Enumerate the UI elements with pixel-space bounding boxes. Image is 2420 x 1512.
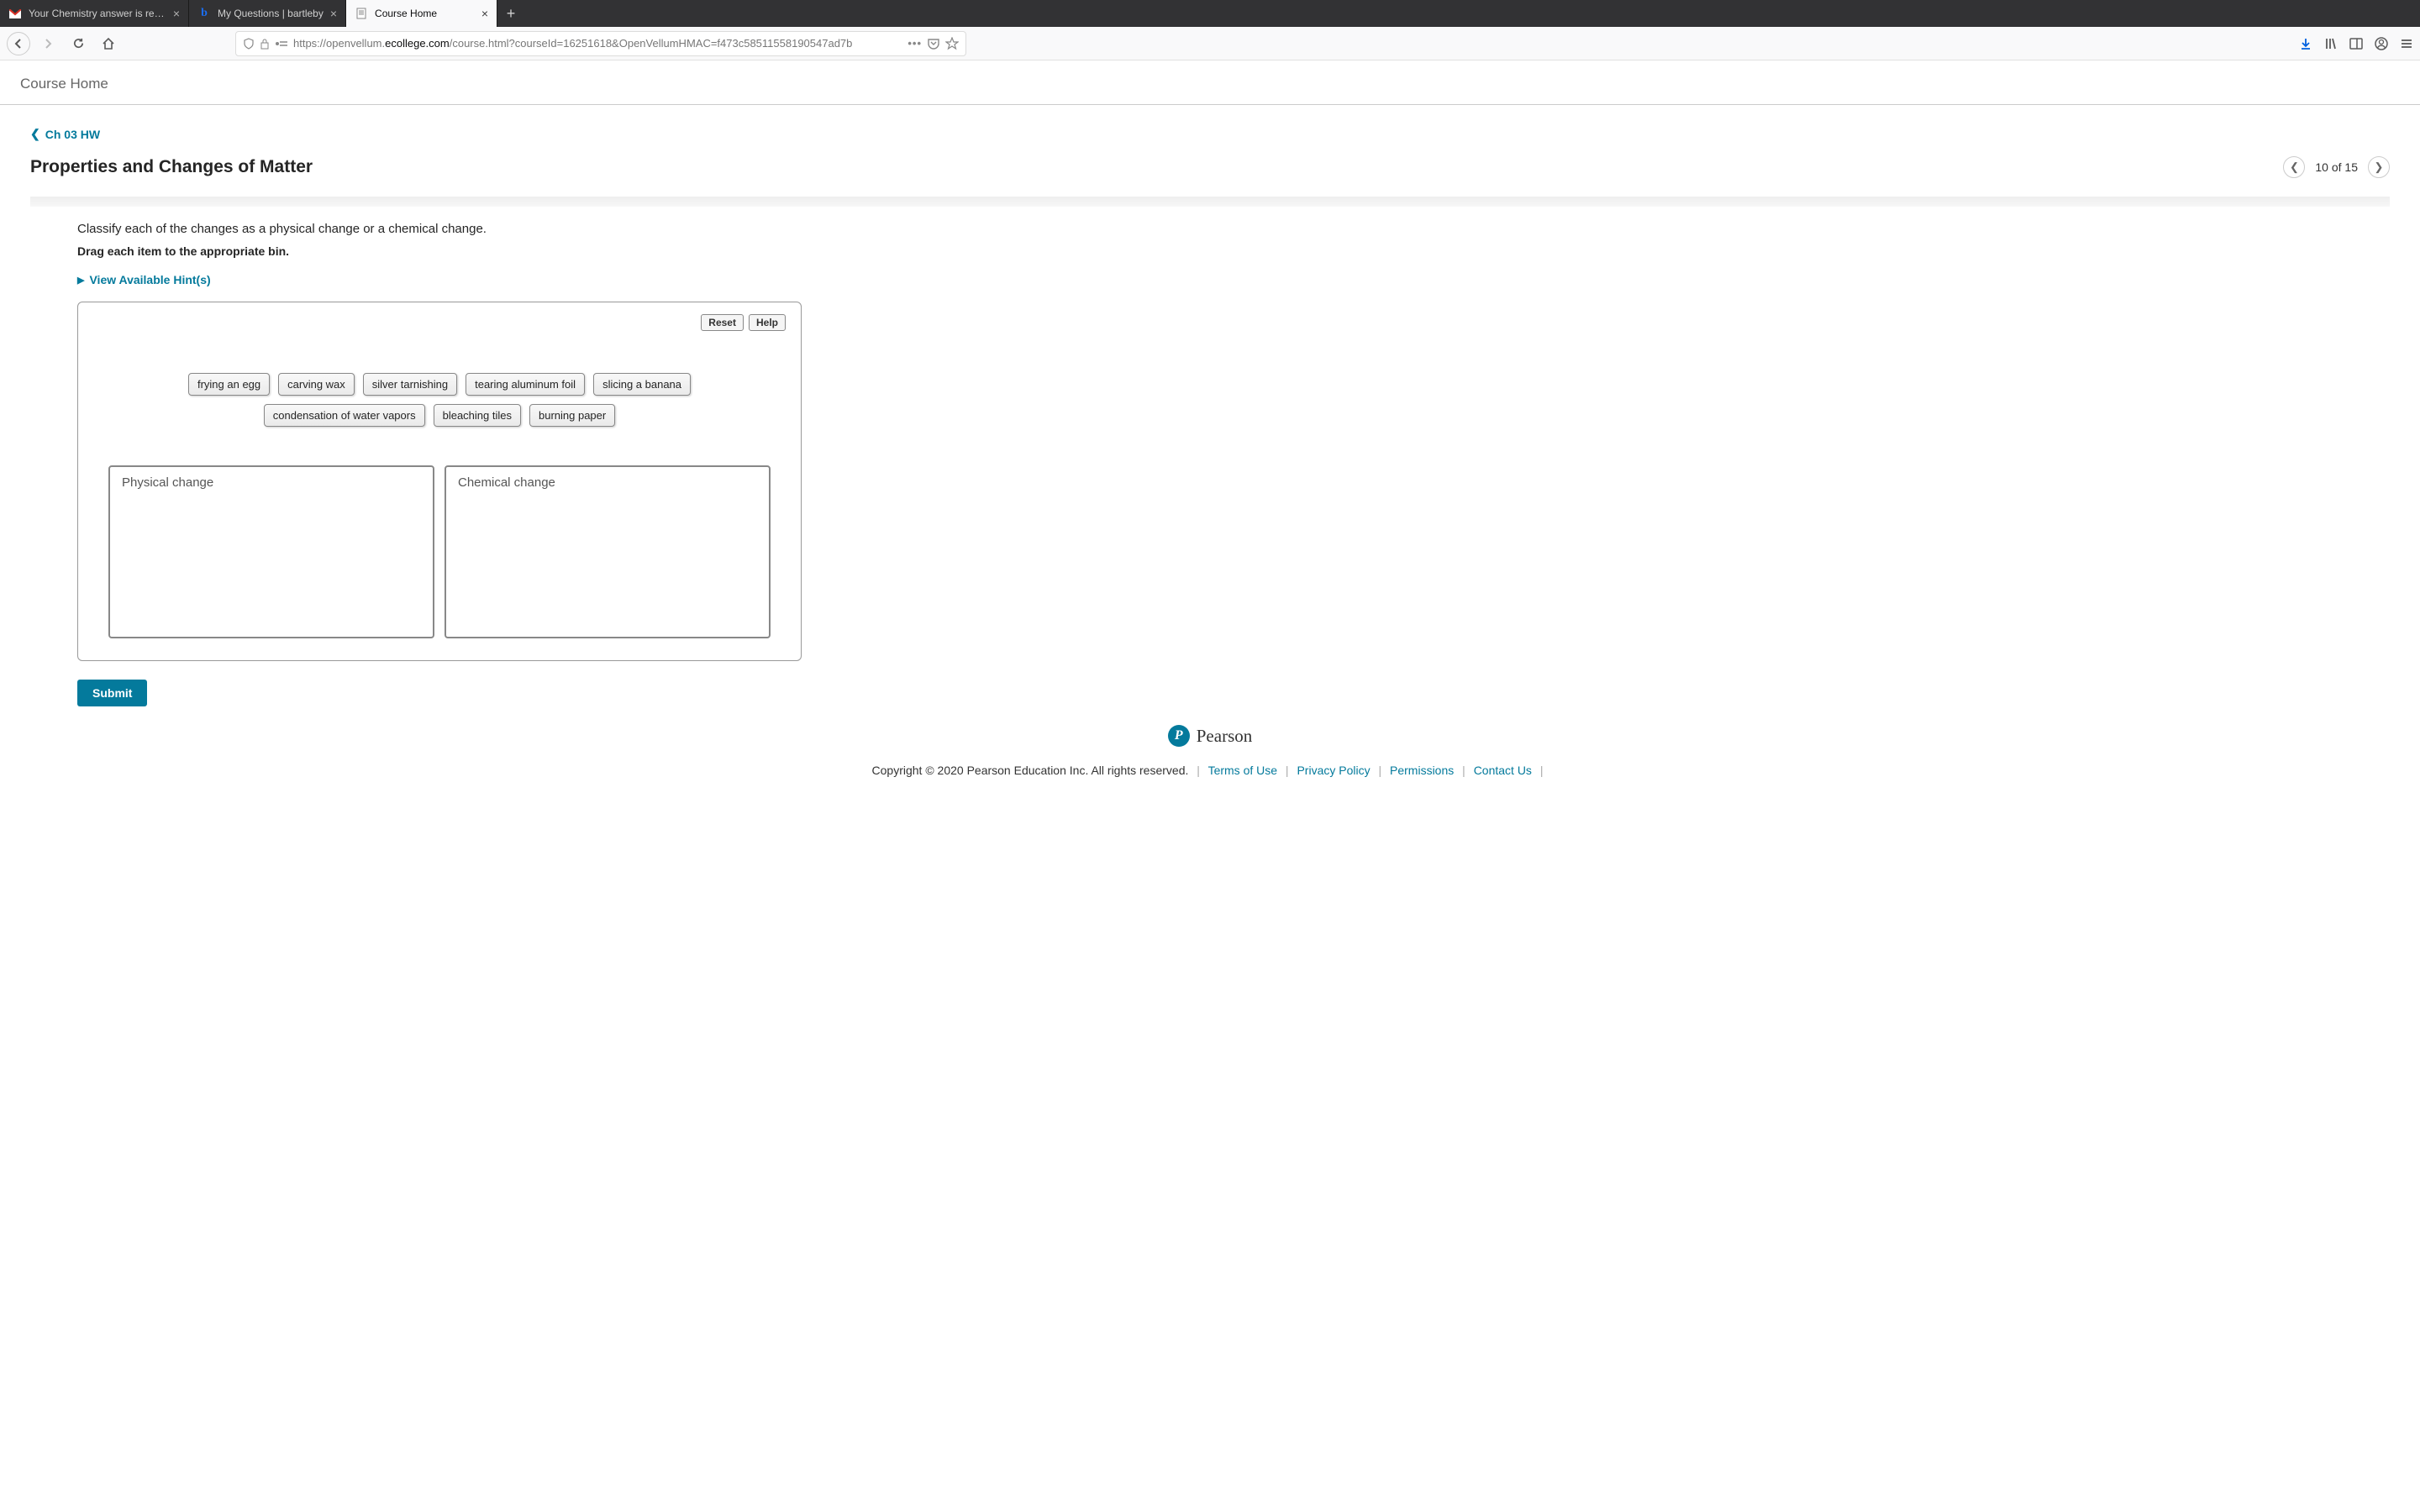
question-text: Classify each of the changes as a physic… [77,222,2343,236]
drag-chip[interactable]: burning paper [529,404,615,427]
view-hints-toggle[interactable]: ▶ View Available Hint(s) [77,273,2343,286]
gmail-favicon-icon [8,7,22,20]
download-icon[interactable] [2299,37,2312,50]
prev-question-button[interactable]: ❮ [2283,156,2305,178]
chevron-left-icon: ❮ [30,127,40,141]
footer-link-permissions[interactable]: Permissions [1390,764,1454,777]
breadcrumb[interactable]: ❮ Ch 03 HW [30,127,2390,141]
close-icon[interactable]: × [330,7,337,20]
question-title: Properties and Changes of Matter [30,157,2283,177]
page-actions-icon[interactable]: ••• [908,37,922,50]
url-text: https://openvellum.ecollege.com/course.h… [293,37,852,50]
drag-chip[interactable]: condensation of water vapors [264,404,425,427]
close-icon[interactable]: × [481,7,488,20]
close-icon[interactable]: × [173,7,180,20]
reset-button[interactable]: Reset [701,314,744,331]
footer-links: Copyright © 2020 Pearson Education Inc. … [30,764,2390,779]
browser-tab[interactable]: b My Questions | bartleby × [189,0,346,27]
sidebar-icon[interactable] [2349,37,2363,50]
drag-chip[interactable]: bleaching tiles [434,404,521,427]
reload-button[interactable] [66,31,91,56]
drag-chip[interactable]: tearing aluminum foil [466,373,585,396]
shield-icon [243,38,255,50]
back-button[interactable] [7,32,30,55]
brand-footer: P Pearson [30,725,2390,747]
menu-icon[interactable] [2400,37,2413,50]
tab-title: My Questions | bartleby [218,8,324,19]
page-title: Course Home [20,76,2400,92]
account-icon[interactable] [2375,37,2388,50]
browser-tab-active[interactable]: Course Home × [346,0,497,27]
brand-name: Pearson [1197,726,1253,747]
browser-tab[interactable]: Your Chemistry answer is ready × [0,0,189,27]
new-tab-button[interactable]: + [497,0,524,27]
drop-bin-physical[interactable]: Physical change [108,465,434,638]
triangle-right-icon: ▶ [77,275,84,286]
tab-title: Course Home [375,8,475,19]
home-button[interactable] [96,31,121,56]
permissions-icon [275,39,288,49]
instruction-text: Drag each item to the appropriate bin. [77,244,2343,258]
browser-toolbar: https://openvellum.ecollege.com/course.h… [0,27,2420,60]
tab-title: Your Chemistry answer is ready [29,8,166,19]
divider-shade [30,197,2390,207]
bin-label: Chemical change [458,475,757,490]
submit-button[interactable]: Submit [77,680,147,706]
bartleby-favicon-icon: b [197,7,211,20]
hints-label: View Available Hint(s) [89,273,210,286]
bookmark-star-icon[interactable] [945,37,959,50]
url-bar[interactable]: https://openvellum.ecollege.com/course.h… [235,31,966,56]
library-icon[interactable] [2324,37,2338,50]
pager: ❮ 10 of 15 ❯ [2283,156,2390,178]
forward-button[interactable] [35,31,60,56]
drag-chip[interactable]: frying an egg [188,373,270,396]
draggable-chips-container: frying an egg carving wax silver tarnish… [93,373,786,427]
drag-chip[interactable]: carving wax [278,373,355,396]
browser-tab-strip: Your Chemistry answer is ready × b My Qu… [0,0,2420,27]
footer-link-terms[interactable]: Terms of Use [1208,764,1277,777]
pager-text: 10 of 15 [2315,160,2358,174]
page-favicon-icon [355,7,368,20]
bin-label: Physical change [122,475,421,490]
drag-chip[interactable]: slicing a banana [593,373,691,396]
drop-bin-chemical[interactable]: Chemical change [445,465,771,638]
copyright-text: Copyright © 2020 Pearson Education Inc. … [872,764,1189,777]
page-header: Course Home [0,60,2420,105]
footer-link-contact[interactable]: Contact Us [1474,764,1532,777]
drag-chip[interactable]: silver tarnishing [363,373,457,396]
pocket-icon[interactable] [927,37,940,50]
drag-drop-workspace: Reset Help frying an egg carving wax sil… [77,302,802,661]
pearson-logo-icon: P [1168,725,1190,747]
lock-icon [260,38,270,50]
breadcrumb-label: Ch 03 HW [45,128,100,141]
footer-link-privacy[interactable]: Privacy Policy [1297,764,1370,777]
next-question-button[interactable]: ❯ [2368,156,2390,178]
help-button[interactable]: Help [749,314,786,331]
